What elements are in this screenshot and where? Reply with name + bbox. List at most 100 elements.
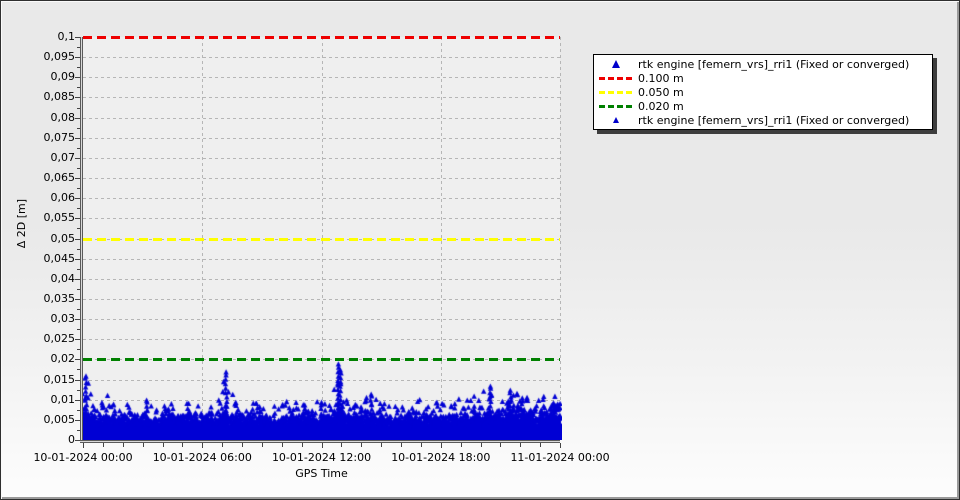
y-tick-minor bbox=[77, 329, 80, 331]
y-tick-minor bbox=[77, 167, 80, 169]
y-tick-label: 0,045 bbox=[43, 251, 76, 265]
triangle-marker-icon bbox=[613, 117, 619, 123]
y-tick-major bbox=[75, 258, 80, 260]
y-tick-label: 0,025 bbox=[43, 332, 76, 346]
y-tick-major bbox=[75, 359, 80, 361]
x-tick-major bbox=[83, 443, 84, 448]
y-tick-label: 0,09 bbox=[50, 70, 76, 84]
y-tick-major bbox=[75, 137, 80, 139]
x-tick-minor bbox=[281, 443, 283, 447]
y-tick-label: 0,075 bbox=[43, 130, 76, 144]
y-tick-label: 0,03 bbox=[50, 312, 76, 326]
y-tick-label: 0,035 bbox=[43, 291, 76, 305]
y-tick-label: 0,065 bbox=[43, 171, 76, 185]
y-tick-label: 0,06 bbox=[50, 191, 76, 205]
x-tick-major bbox=[321, 443, 323, 448]
y-tick-minor bbox=[77, 147, 80, 149]
x-tick-minor bbox=[420, 443, 422, 447]
x-tick-minor bbox=[301, 443, 303, 447]
red-dash-icon bbox=[599, 76, 633, 80]
y-tick-label: 0,1 bbox=[57, 30, 76, 43]
y-tick-major bbox=[75, 57, 80, 59]
y-tick-minor bbox=[77, 47, 80, 49]
x-tick-minor bbox=[500, 443, 502, 447]
y-tick-major bbox=[75, 298, 80, 300]
y-tick-minor bbox=[77, 248, 80, 250]
legend-label: 0.100 m bbox=[638, 71, 684, 85]
x-tick-label: 10-01-2024 18:00 bbox=[391, 451, 491, 464]
yellow-dash-icon bbox=[599, 90, 633, 94]
y-tick-minor bbox=[77, 309, 80, 311]
scatter-data-canvas[interactable] bbox=[83, 37, 562, 440]
legend-item-series-bottom[interactable]: rtk engine [femern_vrs]_rri1 (Fixed or c… bbox=[594, 113, 932, 127]
x-tick-minor bbox=[460, 443, 462, 447]
y-tick-minor bbox=[77, 67, 80, 69]
legend-item-series-top[interactable]: rtk engine [femern_vrs]_rri1 (Fixed or c… bbox=[594, 57, 932, 71]
green-dash-icon bbox=[599, 104, 633, 108]
y-tick-minor bbox=[77, 127, 80, 129]
y-tick-minor bbox=[77, 409, 80, 411]
y-tick-minor bbox=[77, 349, 80, 351]
y-tick-label: 0,05 bbox=[50, 231, 76, 245]
legend-item-threshold-100mm[interactable]: 0.100 m bbox=[594, 71, 932, 85]
x-tick-minor bbox=[341, 443, 343, 447]
legend-label: 0.050 m bbox=[638, 85, 684, 99]
y-tick-major bbox=[75, 198, 80, 200]
y-tick-minor bbox=[77, 107, 80, 109]
legend-item-threshold-20mm[interactable]: 0.020 m bbox=[594, 99, 932, 113]
x-tick-minor bbox=[122, 443, 124, 447]
x-tick-major bbox=[560, 443, 561, 448]
y-tick-major bbox=[75, 278, 80, 280]
y-tick-minor bbox=[77, 208, 80, 210]
y-tick-label: 0,01 bbox=[50, 392, 76, 406]
y-tick-major bbox=[75, 77, 80, 79]
legend-item-threshold-50mm[interactable]: 0.050 m bbox=[594, 85, 932, 99]
triangle-marker-icon bbox=[612, 60, 620, 68]
legend-label: rtk engine [femern_vrs]_rri1 (Fixed or c… bbox=[638, 57, 910, 71]
legend-label: rtk engine [femern_vrs]_rri1 (Fixed or c… bbox=[638, 113, 910, 127]
x-tick-major bbox=[202, 443, 204, 448]
y-axis-title: Δ 2D [m] bbox=[15, 198, 28, 248]
x-tick-minor bbox=[142, 443, 144, 447]
y-tick-label: 0,005 bbox=[43, 412, 76, 426]
x-tick-minor bbox=[480, 443, 482, 447]
y-tick-minor bbox=[77, 429, 80, 431]
y-tick-major bbox=[75, 440, 80, 441]
x-tick-label: 10-01-2024 12:00 bbox=[271, 451, 372, 464]
y-tick-minor bbox=[77, 188, 80, 190]
legend-box[interactable]: rtk engine [femern_vrs]_rri1 (Fixed or c… bbox=[593, 54, 933, 130]
y-tick-major bbox=[75, 238, 80, 240]
y-tick-minor bbox=[77, 87, 80, 89]
y-tick-major bbox=[75, 339, 80, 341]
y-tick-major bbox=[75, 319, 80, 321]
x-tick-minor bbox=[222, 443, 224, 447]
y-tick-label: 0,07 bbox=[50, 150, 76, 164]
x-tick-minor bbox=[361, 443, 363, 447]
y-tick-major bbox=[75, 37, 80, 38]
y-tick-minor bbox=[77, 369, 80, 371]
x-tick-minor bbox=[381, 443, 383, 447]
y-tick-label: 0 bbox=[68, 433, 75, 446]
y-tick-major bbox=[75, 157, 80, 159]
y-tick-minor bbox=[77, 288, 80, 290]
y-tick-label: 0,095 bbox=[43, 50, 76, 64]
x-tick-minor bbox=[242, 443, 243, 447]
y-tick-label: 0,055 bbox=[43, 211, 76, 225]
x-tick-minor bbox=[401, 443, 402, 447]
y-axis-line bbox=[80, 37, 83, 443]
y-tick-major bbox=[75, 419, 80, 421]
y-tick-major bbox=[75, 178, 80, 180]
x-tick-minor bbox=[102, 443, 104, 447]
x-tick-label: 11-01-2024 00:00 bbox=[510, 451, 610, 464]
y-tick-major bbox=[75, 399, 80, 401]
legend-label: 0.020 m bbox=[638, 99, 684, 113]
x-tick-minor bbox=[540, 443, 542, 447]
y-tick-label: 0,015 bbox=[43, 372, 76, 386]
y-tick-label: 0,04 bbox=[50, 271, 76, 285]
x-axis-title: GPS Time bbox=[295, 467, 348, 480]
y-tick-major bbox=[75, 97, 80, 99]
x-tick-minor bbox=[162, 443, 164, 447]
x-tick-minor bbox=[182, 443, 184, 447]
x-tick-label: 10-01-2024 00:00 bbox=[33, 451, 133, 464]
y-tick-minor bbox=[77, 389, 80, 391]
